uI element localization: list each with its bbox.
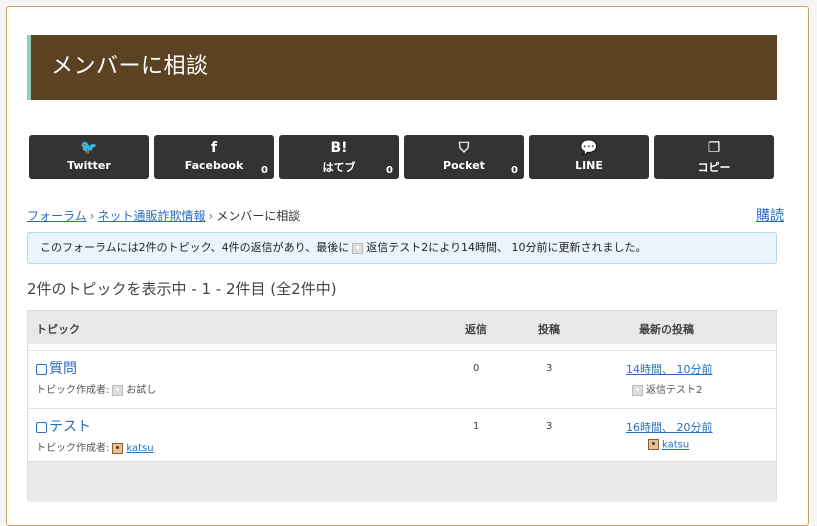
topic-checkbox-icon (36, 421, 47, 433)
breadcrumb-category-link[interactable]: ネット通販詐欺情報 (97, 209, 205, 223)
breadcrumb-separator: › (89, 209, 95, 223)
pocket-icon: ⛉ (458, 140, 470, 156)
notice-suffix: により14時間、 10分前に更新されました。 (428, 241, 647, 254)
notice-prefix: このフォーラムには2件のトピック、4件の返信があり、最後に (40, 241, 350, 254)
table-row: テスト トピック作成者: katsu 1 3 16時間、 20分前 katsu (28, 408, 776, 467)
page-title: メンバーに相談 (51, 54, 209, 79)
avatar (112, 442, 124, 454)
hatena-bookmark-icon: B! (330, 140, 348, 156)
topic-author: トピック作成者: katsu (36, 439, 154, 454)
reply-count: 0 (473, 363, 480, 374)
copy-icon: ❐ (707, 140, 721, 156)
freshness-author-name: 返信テスト2 (646, 385, 703, 396)
header-freshness: 最新の投稿 (639, 323, 694, 336)
pocket-share-button[interactable]: ⛉ Pocket 0 (404, 135, 524, 179)
twitter-share-button[interactable]: 🐦 Twitter (29, 135, 149, 179)
subscribe-link[interactable]: 購読 (756, 205, 784, 225)
share-label: Pocket (443, 159, 485, 172)
breadcrumb-separator: › (208, 209, 214, 223)
twitter-icon: 🐦 (80, 140, 98, 156)
breadcrumb: フォーラム › ネット通販詐欺情報 › メンバーに相談 (27, 207, 300, 224)
topic-table: トピック 返信 投稿 最新の投稿 質問 トピック作成者: お試し 0 3 14時間… (27, 310, 777, 502)
topic-title: テスト (49, 419, 91, 435)
reply-count: 1 (473, 421, 480, 432)
share-label: LINE (575, 159, 603, 172)
avatar (112, 384, 124, 396)
topic-title-link[interactable]: テスト (36, 416, 91, 436)
share-count: 0 (511, 165, 518, 176)
freshness-author: 返信テスト2 (629, 381, 702, 396)
line-icon: 💬 (580, 140, 598, 156)
facebook-share-button[interactable]: f Facebook 0 (154, 135, 274, 179)
share-label: Facebook (184, 159, 244, 172)
freshness-author: katsu (645, 439, 689, 451)
avatar (632, 384, 643, 396)
freshness-link[interactable]: 16時間、 20分前 (626, 419, 713, 435)
freshness-author-link[interactable]: katsu (662, 440, 689, 451)
post-count: 3 (546, 421, 553, 432)
table-row: 質問 トピック作成者: お試し 0 3 14時間、 10分前 返信テスト2 (28, 350, 776, 409)
topic-title-link[interactable]: 質問 (36, 358, 77, 378)
share-label: コピー (697, 161, 731, 174)
avatar (352, 242, 364, 254)
table-footer (28, 461, 776, 502)
topic-checkbox-icon (36, 363, 47, 375)
line-share-button[interactable]: 💬 LINE (529, 135, 649, 179)
page-header: メンバーに相談 (27, 35, 777, 100)
share-count: 0 (261, 165, 268, 176)
breadcrumb-current: メンバーに相談 (216, 209, 301, 223)
freshness-link[interactable]: 14時間、 10分前 (626, 361, 713, 377)
header-replies: 返信 (465, 323, 487, 336)
avatar (648, 439, 659, 450)
author-name: お試し (126, 385, 157, 396)
share-label: はてブ (322, 161, 356, 174)
topic-author: トピック作成者: お試し (36, 381, 156, 396)
header-topic: トピック (36, 323, 80, 336)
share-count: 0 (386, 165, 393, 176)
share-label: Twitter (67, 159, 111, 172)
author-label: トピック作成者: (36, 443, 110, 454)
hatena-share-button[interactable]: B! はてブ 0 (279, 135, 399, 179)
facebook-icon: f (210, 140, 218, 156)
breadcrumb-forum-link[interactable]: フォーラム (27, 209, 87, 223)
header-posts: 投稿 (538, 323, 560, 336)
topic-count-heading: 2件のトピックを表示中 - 1 - 2件目 (全2件中) (27, 280, 337, 298)
forum-info-notice: このフォーラムには2件のトピック、4件の返信があり、最後に 返信テスト2により14… (27, 232, 777, 264)
share-buttons: 🐦 Twitter f Facebook 0 B! はてブ 0 ⛉ Pocket… (29, 135, 777, 179)
post-count: 3 (546, 363, 553, 374)
table-header: トピック 返信 投稿 最新の投稿 (28, 311, 776, 344)
author-name-link[interactable]: katsu (126, 443, 153, 454)
author-label: トピック作成者: (36, 385, 110, 396)
copy-share-button[interactable]: ❐ コピー (654, 135, 774, 179)
topic-title: 質問 (49, 361, 77, 377)
notice-user: 返信テスト2 (366, 241, 429, 254)
